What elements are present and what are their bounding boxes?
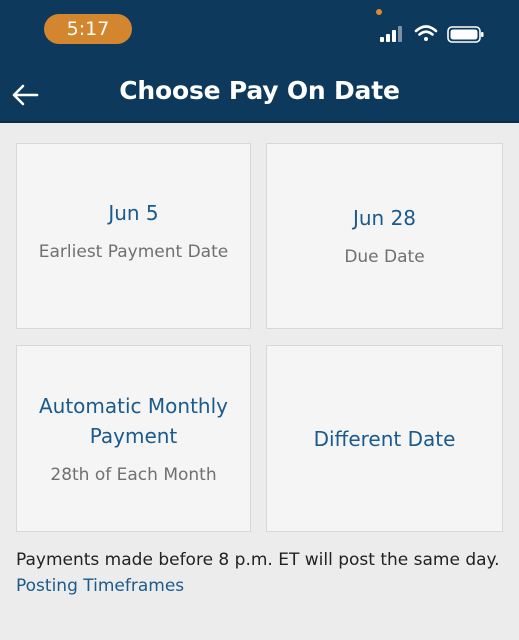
posting-timeframes-link[interactable]: Posting Timeframes	[16, 573, 184, 599]
privacy-indicator-dot	[376, 9, 382, 15]
cellular-signal-icon	[380, 26, 402, 42]
wifi-icon	[414, 25, 438, 41]
earliest-payment-date-option[interactable]: Jun 5 Earliest Payment Date	[16, 143, 251, 329]
status-icons	[380, 25, 484, 43]
option-title: Jun 5	[108, 201, 159, 225]
page-title: Choose Pay On Date	[119, 76, 400, 105]
status-time: 5:17	[44, 14, 132, 44]
different-date-option[interactable]: Different Date	[266, 345, 503, 532]
option-title: Automatic Monthly Payment	[38, 393, 228, 448]
option-title: Different Date	[313, 426, 456, 451]
option-subtitle: Earliest Payment Date	[38, 242, 229, 262]
option-subtitle: Due Date	[344, 247, 425, 267]
posting-note: Payments made before 8 p.m. ET will post…	[16, 550, 500, 570]
option-subtitle: 28th of Each Month	[50, 464, 217, 485]
due-date-option[interactable]: Jun 28 Due Date	[266, 143, 503, 329]
battery-icon	[447, 26, 484, 43]
app-header: 5:17 Choose Pay On Date	[0, 0, 519, 123]
option-title: Jun 28	[352, 206, 417, 230]
automatic-monthly-payment-option[interactable]: Automatic Monthly Payment 28th of Each M…	[16, 345, 251, 532]
